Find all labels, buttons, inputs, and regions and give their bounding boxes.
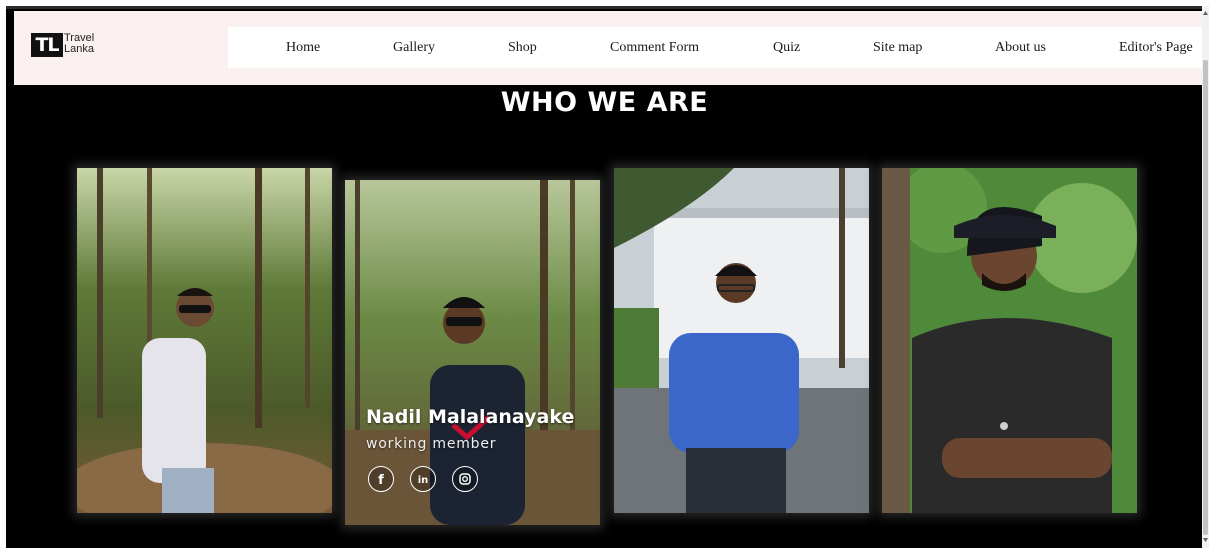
team-card-3[interactable] [614,168,869,513]
nav-about-us[interactable]: About us [995,27,1046,68]
linkedin-link[interactable]: in [410,466,436,492]
team-card-featured[interactable]: Nadil Malalanayake working member f in [345,180,600,525]
scroll-up-icon[interactable] [1203,10,1208,16]
nav-editors-page[interactable]: Editor's Page [1119,27,1193,68]
team-card-4[interactable] [882,168,1137,513]
logo-line-2: Lanka [64,43,94,55]
facebook-icon: f [378,473,384,488]
linkedin-icon: in [418,475,429,486]
team-card-1[interactable] [77,168,332,513]
instagram-icon [459,473,471,485]
scroll-thumb[interactable] [1203,60,1208,535]
member-role: working member [366,436,497,452]
nav-home[interactable]: Home [286,27,320,68]
team-member-photo-3 [614,168,869,513]
nav-quiz[interactable]: Quiz [773,27,800,68]
facebook-link[interactable]: f [368,466,394,492]
nav-comment-form[interactable]: Comment Form [610,27,699,68]
logo-text: Travel Lanka [64,33,94,55]
logo-mark: TL [31,33,63,57]
nav-site-map[interactable]: Site map [873,27,922,68]
member-name: Nadil Malalanayake [366,406,575,428]
nav-shop[interactable]: Shop [508,27,537,68]
instagram-link[interactable] [452,466,478,492]
svg-text:f: f [378,473,384,488]
team-member-photo-4 [882,168,1137,513]
svg-text:in: in [418,475,429,486]
scroll-down-icon[interactable] [1203,537,1208,543]
team-member-photo-1 [77,168,332,513]
section-title: WHO WE ARE [500,87,709,118]
nav-gallery[interactable]: Gallery [393,27,435,68]
main-nav: Home Gallery Shop Comment Form Quiz Site… [228,27,1202,68]
